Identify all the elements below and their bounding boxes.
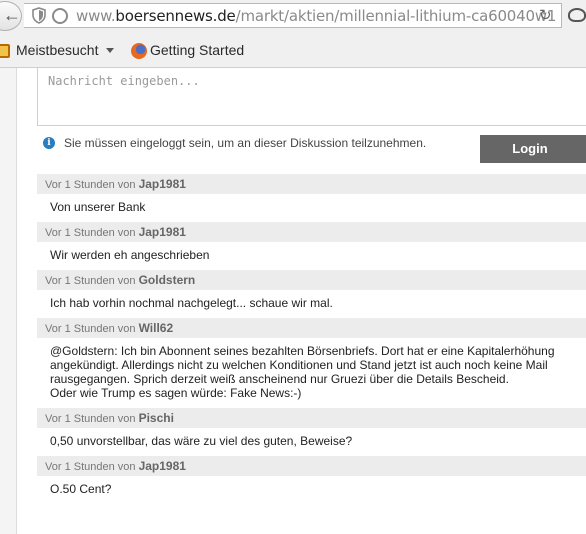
comment-meta: Vor 1 Stunden von Jap1981: [37, 174, 586, 194]
comment-time: Vor 1 Stunden von: [45, 461, 136, 473]
back-button[interactable]: ←: [0, 1, 22, 31]
comment-time: Vor 1 Stunden von: [45, 179, 136, 191]
bookmark-meistbesucht[interactable]: Meistbesucht: [16, 42, 98, 58]
comment-meta: Vor 1 Stunden von Jap1981: [37, 222, 586, 242]
comment-text-line: Oder wie Trump es sagen würde: Fake News…: [50, 386, 302, 400]
reload-icon[interactable]: ↻: [539, 6, 552, 24]
comment-item: Vor 1 Stunden von Jap1981 O.50 Cent?: [37, 456, 586, 504]
comment-item: Vor 1 Stunden von Jap1981 Wir werden eh a…: [37, 222, 586, 270]
globe-icon: [52, 8, 68, 24]
comment-meta: Vor 1 Stunden von Will62: [37, 318, 586, 338]
comment-item: Vor 1 Stunden von Pischi 0,50 unvorstellb…: [37, 408, 586, 456]
page-content: Nachricht eingeben... i Sie müssen einge…: [0, 68, 586, 534]
comment-author[interactable]: Jap1981: [139, 225, 186, 239]
comment-author[interactable]: Pischi: [139, 411, 174, 425]
shield-icon: [32, 7, 46, 24]
login-required-notice: Sie müssen eingeloggt sein, um an dieser…: [64, 136, 427, 150]
comment-text-line: O.50 Cent?: [50, 482, 112, 496]
browser-toolbar: ← www.boersennews.de/markt/aktien/millen…: [0, 0, 586, 32]
comment-item: Vor 1 Stunden von Will62 @Goldstern: Ich …: [37, 318, 586, 408]
comment-body: Wir werden eh angeschrieben: [37, 242, 586, 270]
message-input[interactable]: Nachricht eingeben...: [37, 68, 586, 126]
comment-author[interactable]: Goldstern: [139, 273, 196, 287]
comment-time: Vor 1 Stunden von: [45, 413, 136, 425]
left-rail: [0, 68, 17, 534]
comment-body: Ich hab vorhin nochmal nachgelegt... sch…: [37, 290, 586, 318]
comment-author[interactable]: Jap1981: [139, 177, 186, 191]
url-domain: boersennews.de: [115, 7, 236, 25]
comment-text-line: angekündigt. Allerdings nicht zu welchen…: [50, 358, 548, 372]
comment-text-line: Wir werden eh angeschrieben: [50, 248, 210, 262]
back-arrow-icon: ←: [3, 5, 21, 25]
comment-text-line: Ich hab vorhin nochmal nachgelegt... sch…: [50, 296, 333, 310]
url-text[interactable]: www.boersennews.de/markt/aktien/millenni…: [76, 7, 556, 25]
comment-text-line: 0,50 unvorstellbar, das wäre zu viel des…: [50, 434, 353, 448]
url-prefix: www.: [76, 7, 116, 25]
comment-text-line: Von unserer Bank: [50, 200, 146, 214]
comment-item: Vor 1 Stunden von Goldstern Ich hab vorhi…: [37, 270, 586, 318]
comment-body: Von unserer Bank: [37, 194, 586, 222]
comment-meta: Vor 1 Stunden von Pischi: [37, 408, 586, 428]
comment-time: Vor 1 Stunden von: [45, 227, 136, 239]
login-button[interactable]: Login: [480, 135, 586, 163]
comment-item: Vor 1 Stunden von Jap1981 Von unserer Ban…: [37, 174, 586, 222]
comment-text-line: @Goldstern: Ich bin Abonnent seines beza…: [50, 344, 555, 358]
comment-time: Vor 1 Stunden von: [45, 275, 136, 287]
comment-meta: Vor 1 Stunden von Jap1981: [37, 456, 586, 476]
url-path: /markt/aktien/millennial-lithium-ca60040…: [235, 7, 557, 25]
comment-time: Vor 1 Stunden von: [45, 323, 136, 335]
comment-author[interactable]: Jap1981: [139, 459, 186, 473]
firefox-icon: [131, 43, 147, 59]
toolbar-menu-icon[interactable]: [568, 8, 586, 22]
comment-body: O.50 Cent?: [37, 476, 586, 504]
comment-author[interactable]: Will62: [139, 321, 174, 335]
comment-body: 0,50 unvorstellbar, das wäre zu viel des…: [37, 428, 586, 456]
chevron-down-icon[interactable]: [106, 48, 114, 53]
comment-text-line: rausgegangen. Sprich derzeit weiß ansche…: [50, 372, 509, 386]
bookmarks-bar: Meistbesucht Getting Started: [0, 32, 586, 68]
folder-icon: [0, 44, 10, 58]
bookmark-getting-started[interactable]: Getting Started: [150, 42, 244, 58]
info-icon: i: [43, 137, 55, 149]
comment-meta: Vor 1 Stunden von Goldstern: [37, 270, 586, 290]
comment-list: Vor 1 Stunden von Jap1981 Von unserer Ban…: [37, 174, 586, 504]
url-field[interactable]: www.boersennews.de/markt/aktien/millenni…: [24, 3, 562, 28]
comment-body: @Goldstern: Ich bin Abonnent seines beza…: [37, 338, 586, 408]
